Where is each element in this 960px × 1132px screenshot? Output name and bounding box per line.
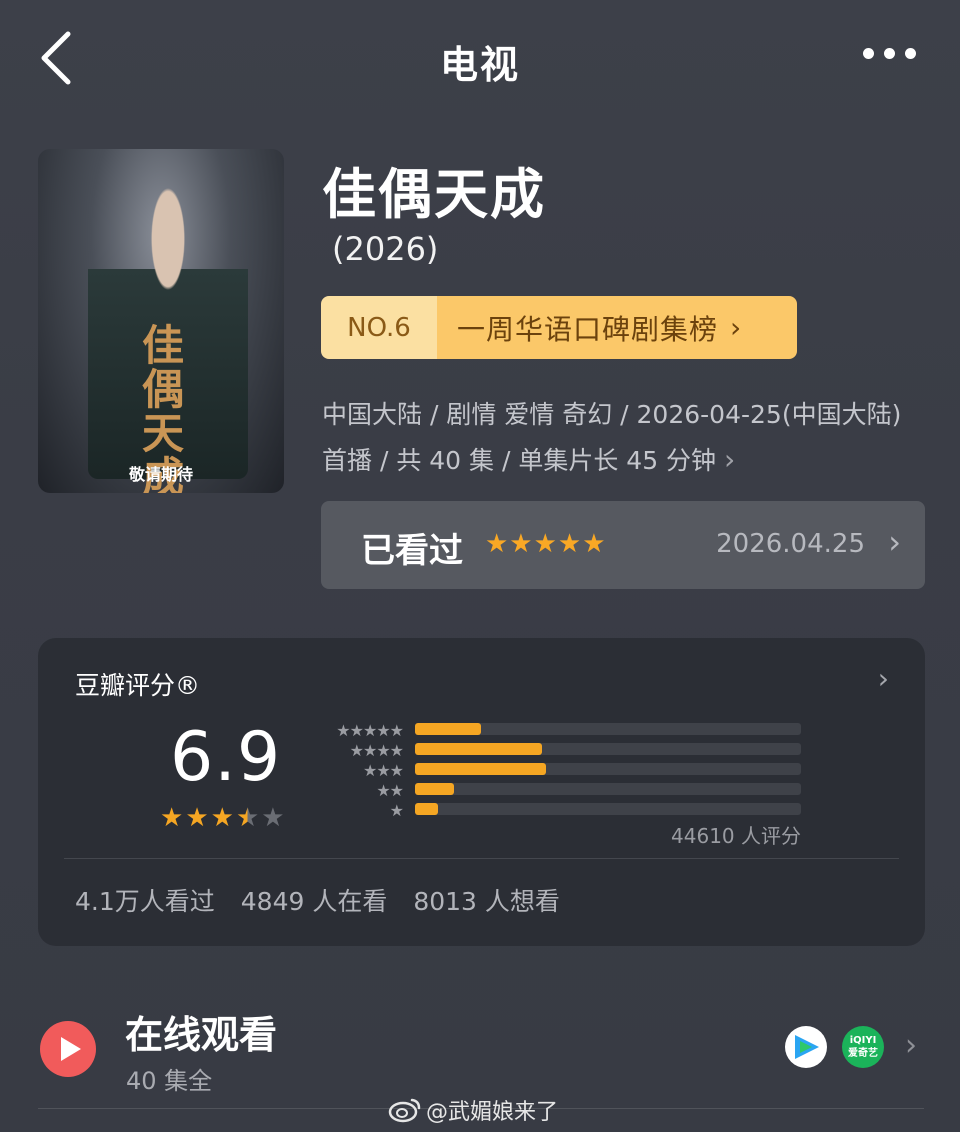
dist-fill-5 xyxy=(415,723,481,735)
rank-label: 一周华语口碑剧集榜 xyxy=(457,312,719,346)
chevron-right-icon[interactable]: › xyxy=(878,662,889,695)
show-meta[interactable]: 中国大陆 / 剧情 爱情 奇幻 / 2026-04-25(中国大陆) 首播 / … xyxy=(322,392,922,483)
iqiyi-label-bottom: 爱奇艺 xyxy=(848,1048,878,1059)
watermark: @武媚娘来了 xyxy=(388,1094,558,1126)
stat-wish: 8013 人想看 xyxy=(413,887,560,916)
show-year: (2026) xyxy=(332,230,439,268)
dist-fill-4 xyxy=(415,743,543,755)
online-title[interactable]: 在线观看 xyxy=(125,1004,277,1059)
nav-header: 电视 xyxy=(0,0,960,120)
rating-title: 豆瓣评分® xyxy=(75,671,201,700)
dist-fill-1 xyxy=(415,803,439,815)
dist-fill-3 xyxy=(415,763,547,775)
dist-stars-5: ★★★★★ xyxy=(336,721,404,740)
watched-button[interactable]: 已看过 ★★★★★ 2026.04.25 › xyxy=(321,501,925,589)
dist-bar-2 xyxy=(415,783,801,795)
chevron-right-icon: › xyxy=(724,443,736,476)
watched-stars: ★★★★★ xyxy=(485,529,607,559)
star-icon: ★ xyxy=(185,803,209,833)
tencent-video-icon[interactable] xyxy=(785,1026,827,1068)
star-icon: ★ xyxy=(160,803,184,833)
dist-stars-2: ★★ xyxy=(376,781,404,800)
weibo-icon xyxy=(388,1098,421,1123)
chevron-right-icon[interactable]: › xyxy=(905,1028,917,1063)
rating-card: 豆瓣评分® › 6.9 ★ ★ ★ ★ ★ ★★★★★ ★★★★ ★★★ ★★ ★ 44… xyxy=(38,638,925,946)
show-title: 佳偶天成 xyxy=(322,163,546,226)
rating-stars: ★ ★ ★ ★ ★ xyxy=(160,804,285,832)
chevron-right-icon: › xyxy=(730,311,743,344)
rating-count: 44610 人评分 xyxy=(671,824,801,848)
watched-label: 已看过 xyxy=(361,531,463,571)
rank-badge[interactable]: NO.6 一周华语口碑剧集榜 › xyxy=(321,296,797,359)
meta-text: 中国大陆 / 剧情 爱情 奇幻 / 2026-04-25(中国大陆) 首播 / … xyxy=(322,400,902,475)
more-dots-icon[interactable] xyxy=(863,48,916,59)
star-icon: ★ xyxy=(210,803,234,833)
stat-watched: 4.1万人看过 xyxy=(75,887,215,916)
rating-score: 6.9 xyxy=(170,718,282,797)
online-subtitle: 40 集全 xyxy=(126,1067,213,1095)
poster-image[interactable]: 佳偶天成 敬请期待 xyxy=(38,149,284,493)
star-icon: ★ xyxy=(235,803,260,833)
rank-number: NO.6 xyxy=(321,296,437,359)
dist-bar-4 xyxy=(415,743,801,755)
iqiyi-label-top: iQIYI xyxy=(849,1035,877,1046)
dist-stars-4: ★★★★ xyxy=(349,741,404,760)
dist-bar-5 xyxy=(415,723,801,735)
watched-date: 2026.04.25 xyxy=(716,529,865,559)
dist-stars-3: ★★★ xyxy=(362,761,404,780)
dist-stars-1: ★ xyxy=(389,801,404,820)
play-icon[interactable] xyxy=(40,1021,96,1077)
page-title: 电视 xyxy=(439,43,520,87)
dist-fill-2 xyxy=(415,783,454,795)
watermark-text: @武媚娘来了 xyxy=(426,1100,559,1125)
dist-bar-1 xyxy=(415,803,801,815)
divider xyxy=(64,858,899,859)
iqiyi-icon[interactable]: iQIYI 爱奇艺 xyxy=(842,1026,884,1068)
dist-bar-3 xyxy=(415,763,801,775)
rating-stats: 4.1万人看过 4849 人在看 8013 人想看 xyxy=(75,882,560,918)
stat-watching: 4849 人在看 xyxy=(240,887,388,916)
rank-label-box: 一周华语口碑剧集榜 › xyxy=(437,296,797,359)
chevron-right-icon: › xyxy=(888,523,901,561)
poster-caption: 敬请期待 xyxy=(128,465,193,484)
star-icon: ★ xyxy=(261,803,285,833)
